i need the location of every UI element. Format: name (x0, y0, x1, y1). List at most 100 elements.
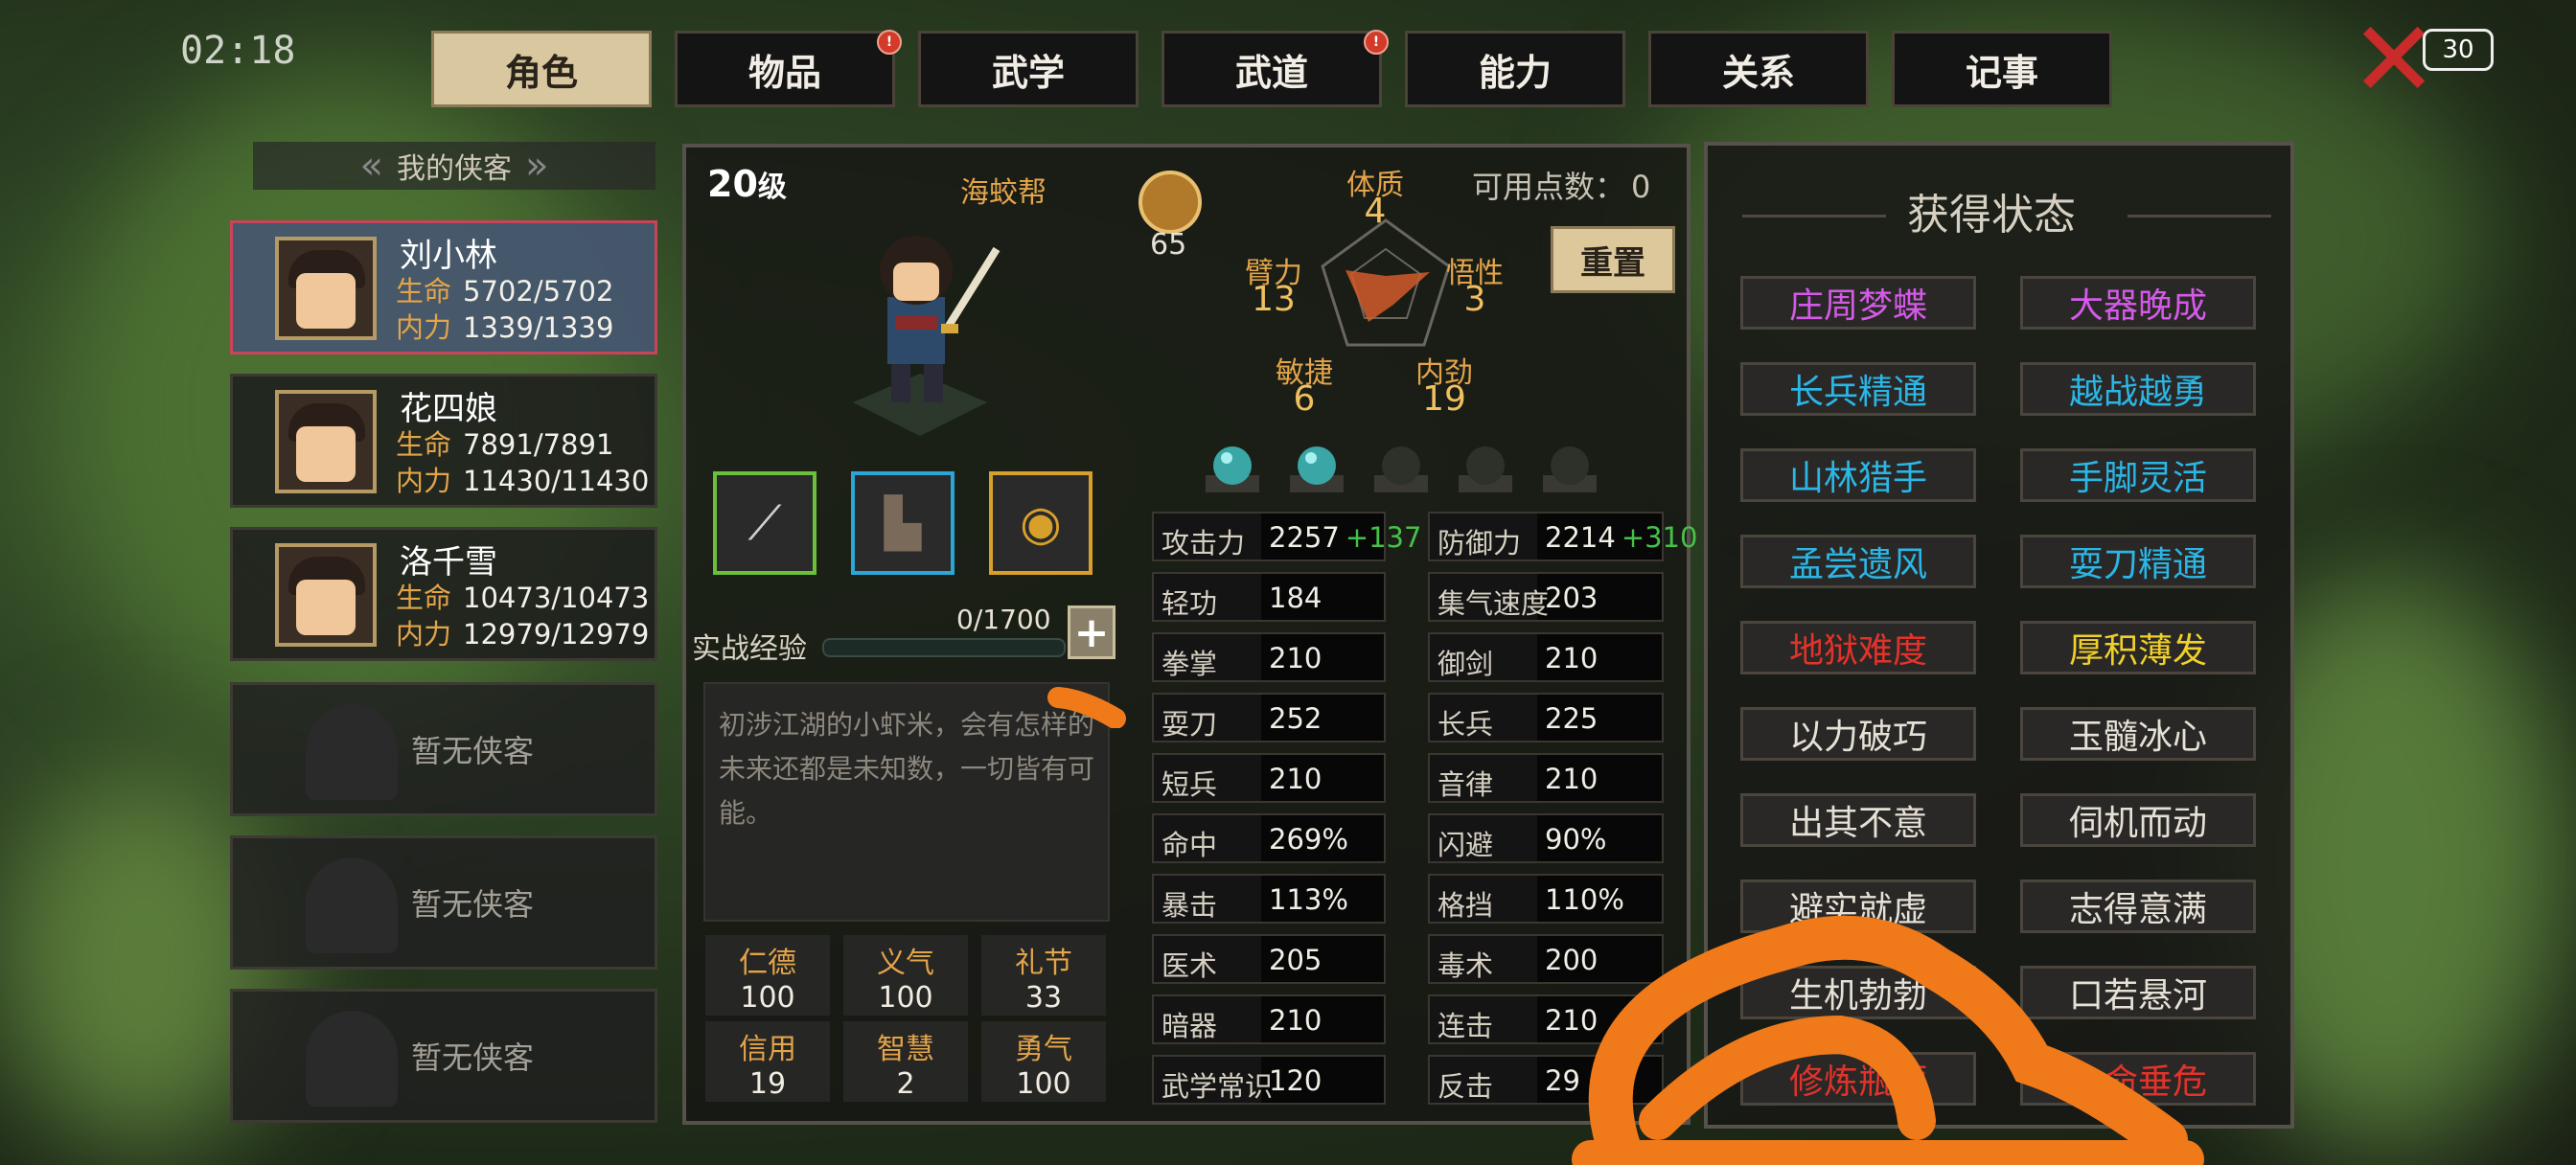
status-effect[interactable]: 长兵精通 (1740, 362, 1976, 416)
hp-value: 7891/7891 (463, 428, 614, 461)
status-effect[interactable]: 玉髓冰心 (2020, 707, 2256, 761)
weapon-slot[interactable]: ⟋ (713, 471, 816, 575)
status-effect[interactable]: 越战越勇 (2020, 362, 2256, 416)
emblem-value: 65 (1150, 228, 1187, 262)
stat-number: 184 (1269, 582, 1322, 614)
combat-stat: 攻击力 2257 +137 (1152, 512, 1421, 561)
virtue-stat: 仁德 100 (705, 935, 830, 1016)
tab-2[interactable]: 武学 (918, 31, 1138, 107)
status-effect[interactable]: 山林猎手 (1740, 448, 1976, 502)
level-unit: 级 (757, 171, 787, 204)
tab-3[interactable]: 武道! (1162, 30, 1389, 107)
character-card[interactable]: 花四娘 生命 7891/7891 内力 11430/11430 (230, 374, 657, 508)
virtue-value: 100 (740, 981, 795, 1015)
character-card[interactable]: 刘小林 生命 5702/5702 内力 1339/1339 (230, 220, 657, 354)
sect-name: 海蛟帮 (960, 176, 1046, 210)
status-effect[interactable]: 出其不意 (1740, 793, 1976, 847)
reset-button[interactable]: 重置 (1551, 226, 1675, 293)
stat-label: 音律 (1438, 768, 1494, 801)
combat-stat: 命中 269% (1152, 813, 1386, 863)
portrait-face (296, 273, 356, 329)
stat-value: 90% (1545, 823, 1606, 856)
hp-label: 生命 (396, 428, 452, 461)
virtue-stat: 义气 100 (843, 935, 968, 1016)
character-hp: 生命 5702/5702 (396, 269, 613, 309)
stat-label: 攻击力 (1162, 527, 1246, 560)
stat-number: 2214 (1545, 521, 1616, 554)
orb-slot-icon (1290, 446, 1344, 492)
stat-value: 184 (1269, 582, 1322, 614)
tab-label: 物品 (748, 51, 821, 94)
attribute-value: 19 (1422, 379, 1466, 419)
stat-label: 耍刀 (1162, 708, 1218, 741)
combat-stat: 集气速度 203 (1428, 572, 1664, 622)
character-hp: 生命 7891/7891 (396, 423, 613, 463)
status-effect[interactable]: 庄周梦蝶 (1740, 276, 1976, 330)
stat-number: 225 (1545, 702, 1598, 735)
hp-value: 10473/10473 (463, 582, 650, 614)
stat-label: 御剑 (1438, 648, 1494, 680)
exp-bar (822, 638, 1066, 657)
tab-label: 角色 (504, 51, 578, 94)
status-effect[interactable]: 耍刀精通 (2020, 535, 2256, 588)
stat-number: 210 (1269, 642, 1322, 674)
orb-slot-icon (1374, 446, 1428, 492)
character-card[interactable]: 洛千雪 生命 10473/10473 内力 12979/12979 (230, 527, 657, 661)
stat-number: 113% (1269, 883, 1348, 916)
virtue-label: 智慧 (877, 1033, 934, 1066)
stat-value: 210 (1545, 763, 1598, 795)
status-effect[interactable]: 孟尝遗风 (1740, 535, 1976, 588)
stat-value: 269% (1269, 823, 1348, 856)
tab-5[interactable]: 关系 (1648, 31, 1869, 107)
silhouette-icon (306, 857, 398, 953)
status-effect[interactable]: 伺机而动 (2020, 793, 2256, 847)
stat-label: 暗器 (1162, 1010, 1218, 1042)
status-effect[interactable]: 厚积薄发 (2020, 621, 2256, 674)
tab-4[interactable]: 能力 (1405, 31, 1625, 107)
combat-stat: 暴击 113% (1152, 874, 1386, 924)
combat-stat: 轻功 184 (1152, 572, 1386, 622)
stat-value: 205 (1269, 944, 1322, 976)
status-effect[interactable]: 手脚灵活 (2020, 448, 2256, 502)
stat-label: 命中 (1162, 829, 1218, 861)
tab-label: 武道 (1234, 51, 1308, 94)
armor-slot[interactable]: ▙ (851, 471, 954, 575)
combat-stat: 拳掌 210 (1152, 632, 1386, 682)
virtue-value: 100 (878, 981, 933, 1015)
accessory-slot[interactable]: ◉ (989, 471, 1092, 575)
combat-stat: 暗器 210 (1152, 994, 1386, 1044)
stat-label: 反击 (1438, 1070, 1494, 1103)
status-effect[interactable]: 大器晚成 (2020, 276, 2256, 330)
character-portrait (275, 237, 377, 340)
stat-label: 短兵 (1162, 768, 1218, 801)
stat-value: 203 (1545, 582, 1598, 614)
stat-number: 203 (1545, 582, 1598, 614)
combat-stat: 耍刀 252 (1152, 693, 1386, 742)
title-divider (2128, 215, 2271, 217)
hp-label: 生命 (396, 275, 452, 308)
chevron-right-icon[interactable]: » (525, 144, 548, 188)
tab-label: 能力 (1478, 51, 1552, 94)
battery-indicator: 30 (2423, 29, 2494, 71)
roster-header-label: 我的侠客 (397, 152, 512, 186)
status-effect[interactable]: 地狱难度 (1740, 621, 1976, 674)
virtue-stat: 智慧 2 (843, 1021, 968, 1102)
stat-number: 252 (1269, 702, 1322, 735)
mp-value: 1339/1339 (463, 311, 614, 344)
tab-0[interactable]: 角色 (431, 31, 652, 107)
virtue-label: 礼节 (1015, 947, 1072, 980)
add-exp-button[interactable]: + (1068, 605, 1116, 659)
mp-label: 内力 (396, 618, 452, 651)
tab-6[interactable]: 记事 (1892, 31, 2112, 107)
mp-value: 11430/11430 (463, 465, 650, 497)
hp-value: 5702/5702 (463, 275, 614, 308)
main-tabs: 角色 物品! 武学 武道! 能力 关系 记事 (431, 30, 2112, 107)
chevron-left-icon[interactable]: « (360, 144, 383, 188)
empty-slot-label: 暂无侠客 (410, 1039, 534, 1076)
stat-number: 269% (1269, 823, 1348, 856)
tab-1[interactable]: 物品! (675, 30, 902, 107)
status-effect[interactable]: 以力破巧 (1740, 707, 1976, 761)
character-portrait (275, 390, 377, 493)
virtue-value: 2 (896, 1067, 915, 1101)
stat-bonus: +310 (1621, 521, 1698, 554)
